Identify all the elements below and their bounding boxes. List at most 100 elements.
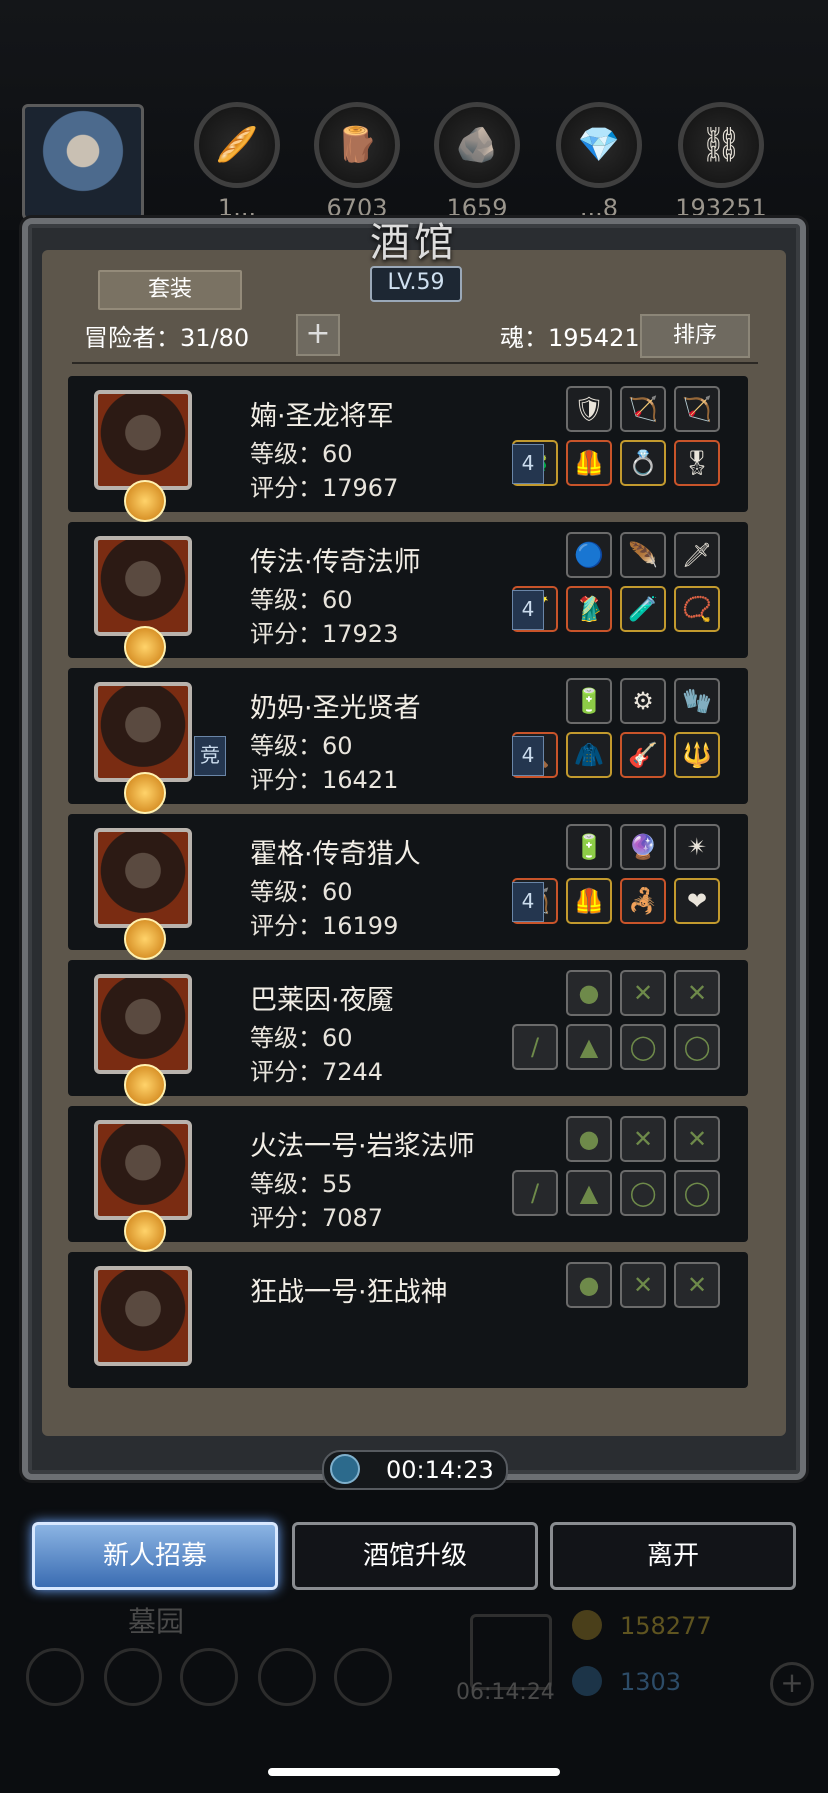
crossbow-icon[interactable]: 🏹 — [674, 386, 720, 432]
gem-icon — [572, 1666, 602, 1696]
empty-gem-slot-icon[interactable]: ● — [566, 970, 612, 1016]
emblem-icon[interactable]: ✴ — [674, 824, 720, 870]
sort-button[interactable]: 排序 — [640, 314, 750, 358]
green-crystal-icon[interactable]: 🔋 — [566, 824, 612, 870]
empty-slot-icon[interactable]: ✕ — [674, 1262, 720, 1308]
equip-set-tag: 4 — [512, 882, 544, 922]
hero-portrait — [94, 536, 192, 636]
armor-icon[interactable]: 🦺 — [566, 440, 612, 486]
empty-slot-icon[interactable]: ✕ — [620, 1262, 666, 1308]
hero-row[interactable]: 霍格·传奇猎人 等级：60 评分：16199 🔋 🔮 ✴ 🏹 🦺 🦂 ❤ — [68, 814, 748, 960]
heart-amulet-icon[interactable]: ❤ — [674, 878, 720, 924]
recruit-button[interactable]: 新人招募 — [32, 1522, 278, 1590]
green-crystal-icon[interactable]: 🔋 — [566, 678, 612, 724]
tavern-title: 酒馆 — [370, 220, 458, 266]
gift-box-icon[interactable] — [470, 1614, 552, 1690]
hero-name: 霍格·传奇猎人 — [250, 839, 421, 870]
robe-icon[interactable]: 🥻 — [566, 586, 612, 632]
amulet-icon[interactable]: 🛡 — [566, 386, 612, 432]
guitar-icon[interactable]: 🎸 — [620, 732, 666, 778]
empty-ring-slot-icon[interactable]: ◯ — [620, 1024, 666, 1070]
leave-button[interactable]: 离开 — [550, 1522, 796, 1590]
empty-slot-icon[interactable]: ✕ — [674, 1116, 720, 1162]
hero-score: 评分：7244 — [250, 1058, 384, 1086]
arena-tag: 竞 — [194, 736, 226, 776]
glove-icon[interactable]: 🧤 — [674, 678, 720, 724]
clock-icon — [330, 1454, 360, 1484]
ring-icon[interactable]: 💍 — [620, 440, 666, 486]
empty-armor-slot-icon[interactable]: ▲ — [566, 1170, 612, 1216]
tavern-level-badge: LV.59 — [370, 266, 462, 302]
dagger-icon[interactable]: 🗡 — [674, 532, 720, 578]
hero-portrait — [94, 1120, 192, 1220]
necklace-icon[interactable]: 📿 — [674, 586, 720, 632]
potion-icon[interactable]: 🧪 — [620, 586, 666, 632]
hero-row[interactable]: 巴莱因·夜魇 等级：60 评分：7244 ● ✕ ✕ / ▲ ◯ ◯ — [68, 960, 748, 1106]
hero-portrait — [94, 390, 192, 490]
hero-row[interactable]: 婻·圣龙将军 等级：60 评分：17967 🛡 🏹 🏹 🐉 🦺 💍 🎖 — [68, 376, 748, 522]
gold-amount: 158277 — [620, 1612, 712, 1640]
feather-icon[interactable]: 🪶 — [620, 532, 666, 578]
hero-name: 婻·圣龙将军 — [250, 401, 394, 432]
graveyard-label: 墓园 — [128, 1605, 185, 1638]
crystal-icon[interactable]: 💎 — [556, 102, 642, 188]
hero-row[interactable]: 狂战一号·狂战神 ● ✕ ✕ — [68, 1252, 748, 1388]
upgrade-tavern-button[interactable]: 酒馆升级 — [292, 1522, 538, 1590]
castle-icon[interactable] — [180, 1648, 238, 1706]
medal-icon[interactable]: 🎖 — [674, 440, 720, 486]
chest-armor-icon[interactable]: 🦺 — [566, 878, 612, 924]
rank-badge-icon — [124, 772, 166, 814]
hero-name: 巴莱因·夜魇 — [250, 985, 394, 1016]
empty-slot-icon[interactable]: ✕ — [620, 970, 666, 1016]
badge-500-icon[interactable]: ⚙ — [620, 678, 666, 724]
hero-name: 火法一号·岩浆法师 — [250, 1131, 475, 1162]
hero-list[interactable]: 婻·圣龙将军 等级：60 评分：17967 🛡 🏹 🏹 🐉 🦺 💍 🎖 4 传法… — [42, 370, 786, 1436]
iron-icon[interactable]: ⛓ — [678, 102, 764, 188]
hero-name: 奶妈·圣光贤者 — [250, 693, 421, 724]
hero-score: 评分：17967 — [250, 474, 399, 502]
empty-ring-slot-icon[interactable]: ◯ — [674, 1170, 720, 1216]
settings-icon[interactable] — [26, 1648, 84, 1706]
gold-coin-icon — [572, 1610, 602, 1640]
set-button[interactable]: 套装 — [98, 270, 242, 310]
hero-row[interactable]: 奶妈·圣光贤者 等级：60 评分：16421 🔋 ⚙ 🧤 🔨 🧥 🎸 🔱 — [68, 668, 748, 814]
gift-timer: 06:14:24 — [456, 1680, 555, 1705]
stone-icon[interactable]: 🪨 — [434, 102, 520, 188]
purple-gem-icon[interactable]: 🔮 — [620, 824, 666, 870]
hero-portrait — [94, 974, 192, 1074]
empty-ring-slot-icon[interactable]: ◯ — [620, 1170, 666, 1216]
empty-weapon-slot-icon[interactable]: / — [512, 1024, 558, 1070]
adventurer-count: 冒险者：31/80 — [84, 324, 250, 352]
map-icon[interactable] — [334, 1648, 392, 1706]
empty-gem-slot-icon[interactable]: ● — [566, 1262, 612, 1308]
hero-score: 评分：7087 — [250, 1204, 384, 1232]
achievement-icon[interactable] — [104, 1648, 162, 1706]
hero-row[interactable]: 传法·传奇法师 等级：60 评分：17923 🔵 🪶 🗡 🪄 🥻 🧪 📿 — [68, 522, 748, 668]
add-slot-button[interactable]: + — [296, 314, 340, 356]
recruit-timer: 00:14:23 — [322, 1450, 508, 1490]
rank-badge-icon — [124, 1210, 166, 1252]
wood-icon[interactable]: 🪵 — [314, 102, 400, 188]
food-icon[interactable]: 🥖 — [194, 102, 280, 188]
claw-icon[interactable]: 🦂 — [620, 878, 666, 924]
empty-slot-icon[interactable]: ✕ — [620, 1116, 666, 1162]
add-gems-icon[interactable]: + — [770, 1662, 814, 1706]
gem-amount: 1303 — [620, 1668, 682, 1696]
hero-row[interactable]: 火法一号·岩浆法师 等级：55 评分：7087 ● ✕ ✕ / ▲ ◯ ◯ — [68, 1106, 748, 1252]
empty-ring-slot-icon[interactable]: ◯ — [674, 1024, 720, 1070]
empty-weapon-slot-icon[interactable]: / — [512, 1170, 558, 1216]
player-avatar[interactable] — [22, 104, 144, 220]
crossbow-icon[interactable]: 🏹 — [620, 386, 666, 432]
mail-icon[interactable] — [258, 1648, 316, 1706]
hero-portrait — [94, 828, 192, 928]
cloak-icon[interactable]: 🧥 — [566, 732, 612, 778]
pendant-icon[interactable]: 🔱 — [674, 732, 720, 778]
hero-level: 等级：60 — [250, 586, 353, 614]
header-divider — [72, 362, 758, 364]
home-indicator[interactable] — [268, 1768, 560, 1776]
empty-slot-icon[interactable]: ✕ — [674, 970, 720, 1016]
rank-badge-icon — [124, 1064, 166, 1106]
empty-armor-slot-icon[interactable]: ▲ — [566, 1024, 612, 1070]
orb-icon[interactable]: 🔵 — [566, 532, 612, 578]
empty-gem-slot-icon[interactable]: ● — [566, 1116, 612, 1162]
